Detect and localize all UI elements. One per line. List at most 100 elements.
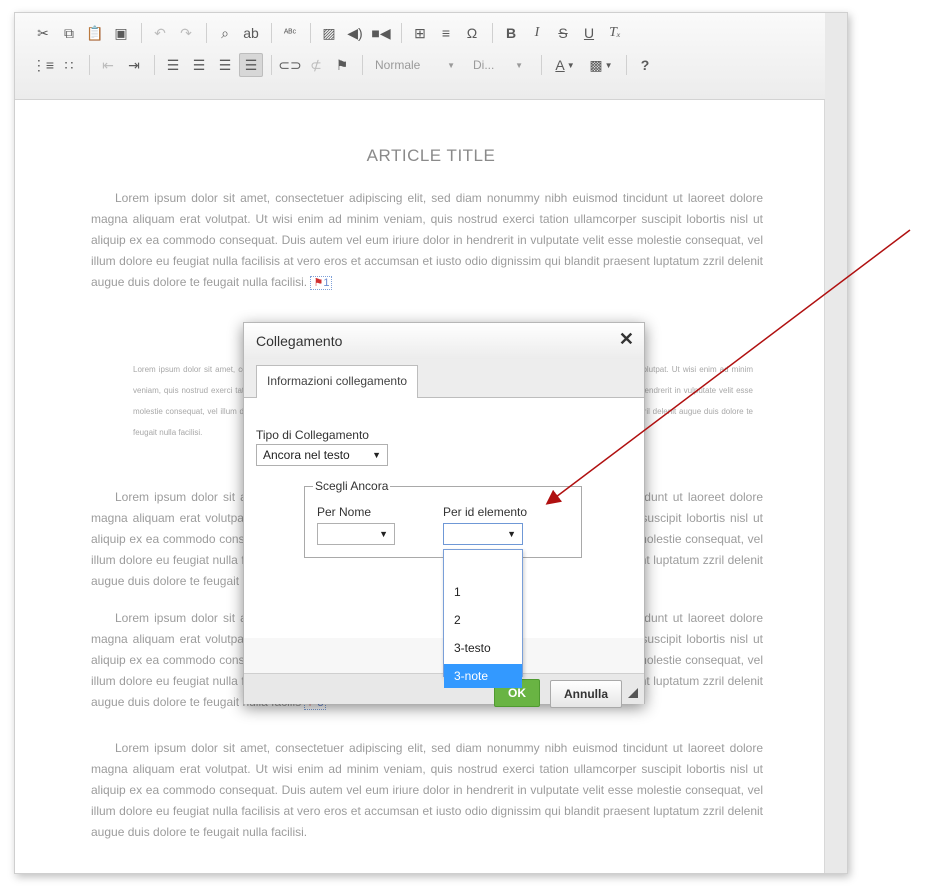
toolbar-separator [362,55,363,75]
numbered-list-button[interactable]: ⋮≡ [31,53,55,77]
dialog-tab-strip: Informazioni collegamento [244,359,644,399]
background-color-button[interactable]: ▩ ▼ [584,53,618,77]
chevron-down-icon: ▼ [507,529,516,539]
underline-icon: U [583,25,595,41]
close-icon[interactable]: ✕ [619,329,634,350]
dropdown-option-3-note[interactable]: 3-note [444,664,522,688]
paste-icon: 📋 [86,24,104,41]
undo-button[interactable]: ↶ [148,21,172,45]
strikethrough-button[interactable]: S [551,21,575,45]
replace-button[interactable]: ab [239,21,263,45]
paragraph-text: Lorem ipsum dolor sit amet, consectetuer… [91,191,763,289]
bulleted-list-icon: ∷ [64,56,74,73]
redo-icon: ↷ [180,24,192,41]
align-right-icon: ☰ [218,56,232,73]
spellcheck-button[interactable]: ᴬᴮᶜ [278,21,302,45]
font-size-combo-value: Di... [473,58,495,72]
italic-button[interactable]: I [525,21,549,45]
find-button[interactable]: ⌕ [213,21,237,45]
horizontal-line-button[interactable]: ≡ [434,21,458,45]
justify-button[interactable]: ☰ [239,53,263,77]
article-paragraph-4[interactable]: Lorem ipsum dolor sit amet, consectetuer… [91,738,763,843]
background-color-icon: ▩ [589,56,603,73]
dropdown-option-empty[interactable] [444,552,522,576]
chevron-down-icon: ▼ [379,529,388,539]
by-id-label: Per id elemento [443,505,528,519]
outdent-button[interactable]: ⇤ [96,53,120,77]
italic-icon: I [534,25,540,40]
unlink-button[interactable]: ⊄ [304,53,328,77]
by-name-label: Per Nome [317,505,372,519]
link-type-value: Ancora nel testo [263,448,350,462]
paste-button[interactable]: 📋 [83,21,107,45]
chevron-down-icon: ▼ [447,60,455,70]
video-button[interactable]: ■◀ [369,21,393,45]
toolbar-separator [401,23,402,43]
copy-icon: ⧉ [64,24,74,41]
remove-format-button[interactable]: Tₓ [603,21,627,45]
help-icon: ? [640,57,650,73]
bold-button[interactable]: B [499,21,523,45]
toolbar-row-1: ✂ ⧉ 📋 ▣ ↶ ↷ ⌕ ab ᴬᴮᶜ ▨ ◀) ■◀ ⊞ ≡ Ω B I S U Tₓ [31,19,629,47]
by-id-select[interactable]: ▼ [443,523,523,545]
fieldset-legend: Scegli Ancora [313,479,391,493]
image-button[interactable]: ▨ [317,21,341,45]
justify-icon: ☰ [244,56,258,73]
anchor-icon: ⚑ [335,56,349,73]
font-size-combo[interactable]: Di... ▼ [467,54,529,76]
indent-icon: ⇥ [128,56,140,73]
align-left-button[interactable]: ☰ [161,53,185,77]
by-name-select[interactable]: ▼ [317,523,395,545]
outdent-icon: ⇤ [102,56,114,73]
special-char-button[interactable]: Ω [460,21,484,45]
tab-link-info[interactable]: Informazioni collegamento [256,365,419,399]
editor-toolbar: ✂ ⧉ 📋 ▣ ↶ ↷ ⌕ ab ᴬᴮᶜ ▨ ◀) ■◀ ⊞ ≡ Ω B I S U Tₓ ⋮≡ ∷ ⇤ ⇥ ☰ ☰ ☰ ☰ ⊂⊃ ⊄ ⚑… [15,13,825,100]
dropdown-option-3-testo[interactable]: 3-testo [444,636,522,660]
format-combo-value: Normale [375,58,421,72]
table-button[interactable]: ⊞ [408,21,432,45]
indent-button[interactable]: ⇥ [122,53,146,77]
cancel-button[interactable]: Annulla [550,680,622,708]
audio-button[interactable]: ◀) [343,21,367,45]
toolbar-separator [271,55,272,75]
toolbar-separator [541,55,542,75]
remove-format-icon: Tₓ [609,25,621,40]
text-color-icon: A [555,57,565,73]
dropdown-option-2[interactable]: 2 [444,608,522,632]
link-button[interactable]: ⊂⊃ [278,53,302,77]
format-combo[interactable]: Normale ▼ [369,54,461,76]
copy-button[interactable]: ⧉ [57,21,81,45]
vertical-scrollbar[interactable] [824,13,847,873]
spellcheck-icon: ᴬᴮᶜ [283,27,297,39]
dialog-title: Collegamento [256,333,343,349]
align-right-button[interactable]: ☰ [213,53,237,77]
numbered-list-icon: ⋮≡ [31,56,55,73]
chevron-down-icon: ▼ [515,60,523,70]
undo-icon: ↶ [154,24,166,41]
dialog-titlebar[interactable]: Collegamento ✕ [244,323,644,360]
link-type-select[interactable]: Ancora nel testo ▼ [256,444,388,466]
paste-word-icon: ▣ [114,24,128,41]
text-color-button[interactable]: A ▼ [548,53,582,77]
article-paragraph-1[interactable]: Lorem ipsum dolor sit amet, consectetuer… [91,188,763,293]
special-char-icon: Ω [466,25,478,41]
anchor-label: 1 [323,277,330,289]
paste-word-button[interactable]: ▣ [109,21,133,45]
toolbar-separator [271,23,272,43]
chevron-down-icon: ▼ [372,450,381,460]
dropdown-option-1[interactable]: 1 [444,580,522,604]
link-type-label: Tipo di Collegamento [256,428,369,442]
help-button[interactable]: ? [633,53,657,77]
cut-button[interactable]: ✂ [31,21,55,45]
article-title: ARTICLE TITLE [366,146,496,165]
chevron-down-icon: ▼ [566,60,575,70]
anchor-marker-1[interactable]: ⚑1 [310,276,333,290]
by-id-dropdown-list: 1 2 3-testo 3-note [443,549,523,688]
underline-button[interactable]: U [577,21,601,45]
redo-button[interactable]: ↷ [174,21,198,45]
bulleted-list-button[interactable]: ∷ [57,53,81,77]
align-center-button[interactable]: ☰ [187,53,211,77]
image-icon: ▨ [322,24,336,41]
resize-handle-icon[interactable] [628,688,638,698]
anchor-button[interactable]: ⚑ [330,53,354,77]
